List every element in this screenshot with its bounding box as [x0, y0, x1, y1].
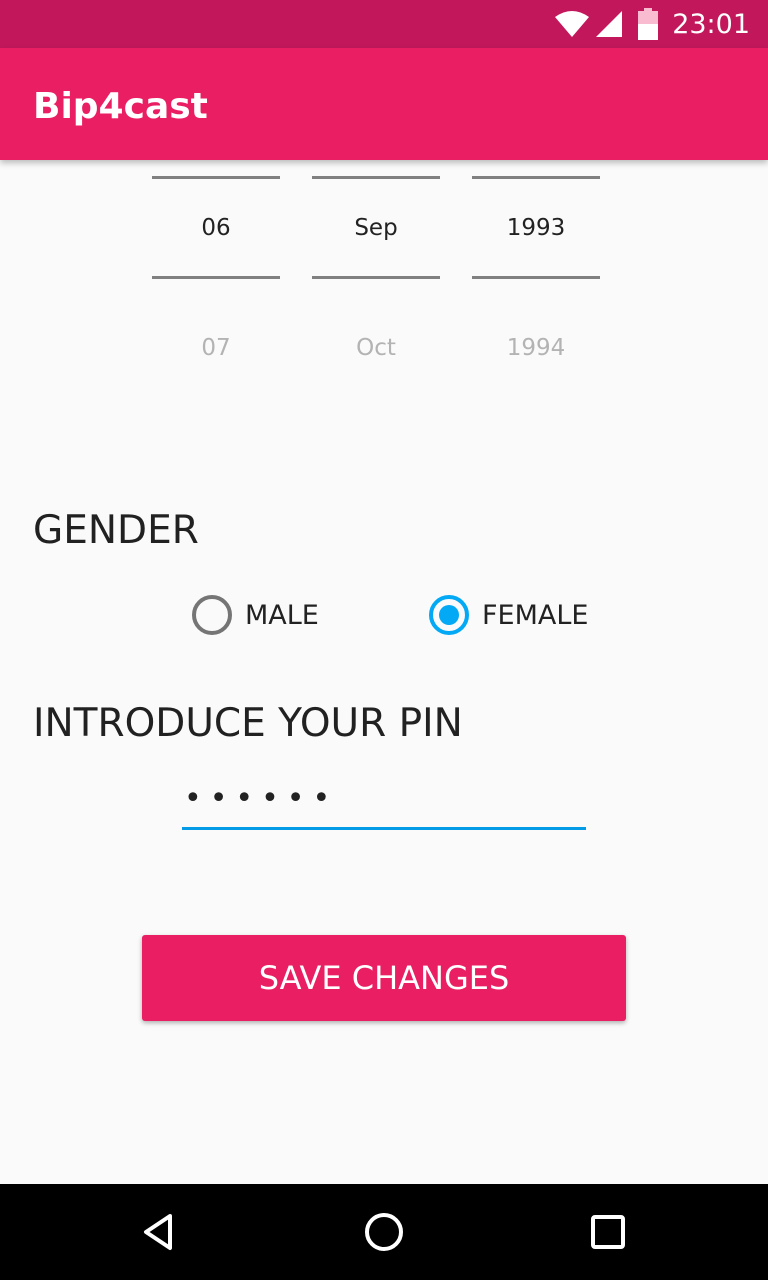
status-time: 23:01 — [672, 8, 750, 40]
gender-title: GENDER — [33, 508, 199, 553]
day-picker-bottom-divider — [152, 276, 280, 279]
home-icon[interactable] — [360, 1208, 408, 1256]
month-picker-current[interactable]: Sep — [312, 215, 440, 241]
year-picker-next[interactable]: 1994 — [472, 335, 600, 361]
month-picker-next[interactable]: Oct — [312, 335, 440, 361]
year-picker[interactable]: 1993 1994 — [472, 160, 600, 380]
gender-male-radio[interactable]: MALE — [192, 595, 319, 635]
radio-unchecked-icon[interactable] — [192, 595, 232, 635]
month-picker[interactable]: Sep Oct — [312, 160, 440, 380]
wifi-icon — [554, 9, 590, 39]
day-picker-next[interactable]: 07 — [152, 335, 280, 361]
gender-female-label[interactable]: FEMALE — [482, 600, 588, 631]
signal-icon — [594, 9, 624, 39]
pin-title: INTRODUCE YOUR PIN — [33, 701, 463, 746]
status-icons: 23:01 — [554, 0, 750, 48]
radio-checked-icon[interactable] — [429, 595, 469, 635]
year-picker-top-divider — [472, 176, 600, 179]
year-picker-current[interactable]: 1993 — [472, 215, 600, 241]
battery-icon — [638, 8, 659, 40]
recents-icon[interactable] — [584, 1208, 632, 1256]
month-picker-bottom-divider — [312, 276, 440, 279]
month-picker-top-divider — [312, 176, 440, 179]
pin-input[interactable] — [182, 770, 586, 830]
day-picker-top-divider — [152, 176, 280, 179]
day-picker[interactable]: 06 07 — [152, 160, 280, 380]
app-title: Bip4cast — [33, 86, 208, 127]
profile-form: 06 07 Sep Oct 1993 1994 GENDER MALE FEMA… — [0, 160, 768, 1184]
back-icon[interactable] — [136, 1208, 184, 1256]
day-picker-current[interactable]: 06 — [152, 215, 280, 241]
year-picker-bottom-divider — [472, 276, 600, 279]
gender-female-radio[interactable]: FEMALE — [429, 595, 588, 635]
navigation-bar — [0, 1184, 768, 1280]
app-bar: Bip4cast — [0, 48, 768, 160]
save-changes-button[interactable]: SAVE CHANGES — [142, 935, 626, 1021]
status-bar: 23:01 — [0, 0, 768, 48]
gender-male-label[interactable]: MALE — [245, 600, 319, 631]
